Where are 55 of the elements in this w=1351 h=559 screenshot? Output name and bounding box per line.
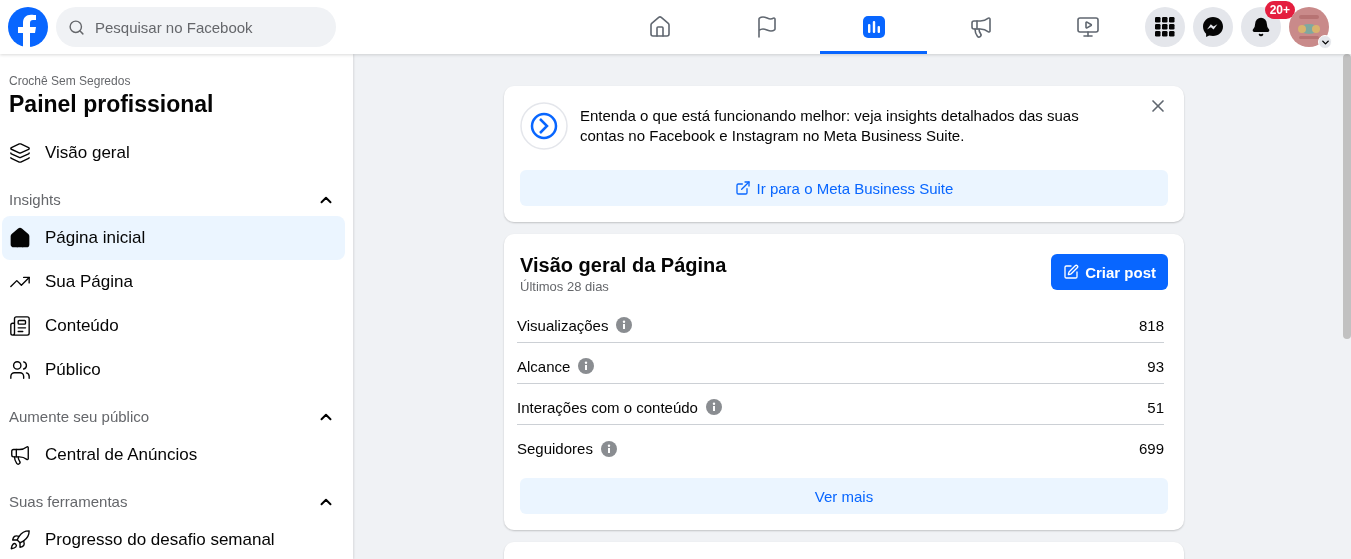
info-icon[interactable] (616, 317, 633, 333)
section-title: Suas ferramentas (9, 493, 128, 510)
page-name: Crochê Sem Segredos (9, 74, 132, 88)
info-icon[interactable] (600, 440, 617, 457)
sidebar-item-icon (9, 315, 31, 337)
panel-title: Painel profissional (9, 91, 215, 118)
info-icon[interactable] (705, 399, 722, 415)
card-title: Visão geral da Página (520, 254, 727, 277)
sidebar-item[interactable]: Sua Página (2, 260, 345, 304)
metric-value: 93 (1147, 357, 1164, 375)
metric-value: 699 (1138, 440, 1164, 457)
account-menu-button[interactable] (1318, 35, 1332, 49)
messenger-button[interactable] (1193, 7, 1233, 47)
metric-value: 818 (1138, 316, 1164, 334)
home-icon (647, 14, 672, 39)
sidebar-item-icon (9, 227, 31, 249)
megaphone-icon (968, 14, 993, 39)
external-link-icon (734, 180, 751, 196)
menu-button[interactable] (1145, 7, 1185, 47)
sidebar-item[interactable]: Visão geral (2, 131, 345, 175)
sidebar-item[interactable]: Central de Anúncios (2, 433, 345, 477)
section-title: Aumente seu público (9, 408, 150, 425)
edit-icon (1063, 264, 1080, 280)
sidebar-item[interactable]: Público (2, 348, 345, 392)
create-post-button[interactable]: Criar post (1051, 254, 1168, 290)
sidebar-item-icon (9, 444, 31, 466)
search-input[interactable]: Pesquisar no Facebook (93, 17, 324, 37)
notification-badge: 20+ (1264, 1, 1295, 19)
info-icon[interactable] (578, 358, 595, 374)
sidebar-item-icon (9, 142, 31, 164)
business-suite-button[interactable]: Ir para o Meta Business Suite (520, 170, 1168, 206)
bell-icon (1251, 17, 1271, 37)
sidebar-item[interactable]: Progresso do desafio semanal (2, 518, 345, 559)
business-suite-logo (520, 102, 568, 150)
card-subtitle: Últimos 28 dias (520, 279, 610, 294)
sidebar-item[interactable]: Conteúdo (2, 304, 345, 348)
metric-label: Visualizações (517, 316, 609, 334)
facebook-logo[interactable] (8, 7, 48, 47)
grid-icon (1155, 17, 1175, 37)
sidebar-item[interactable]: Página inicial (2, 216, 345, 260)
promo-text: Entenda o que está funcionando melhor: veja insights detalhados das suas contas no Facebook e Instagram no Meta Business Suite. (580, 106, 1080, 146)
sidebar-item-icon (9, 529, 31, 551)
metric-label: Alcance (517, 357, 571, 375)
section-title: Insights (9, 191, 61, 208)
scrollbar[interactable] (1343, 54, 1351, 339)
see-more-button[interactable]: Ver mais (520, 478, 1168, 514)
messenger-icon (1202, 16, 1224, 38)
metric-label: Seguidores (517, 440, 593, 457)
search-field[interactable]: Pesquisar no Facebook (56, 7, 336, 47)
search-icon (68, 18, 85, 36)
metric-label: Interações com o conteúdo (517, 398, 698, 416)
metric-value: 51 (1147, 398, 1164, 416)
sidebar-item-icon (9, 359, 31, 381)
bar-chart-icon (862, 15, 885, 38)
video-icon (1075, 14, 1100, 39)
